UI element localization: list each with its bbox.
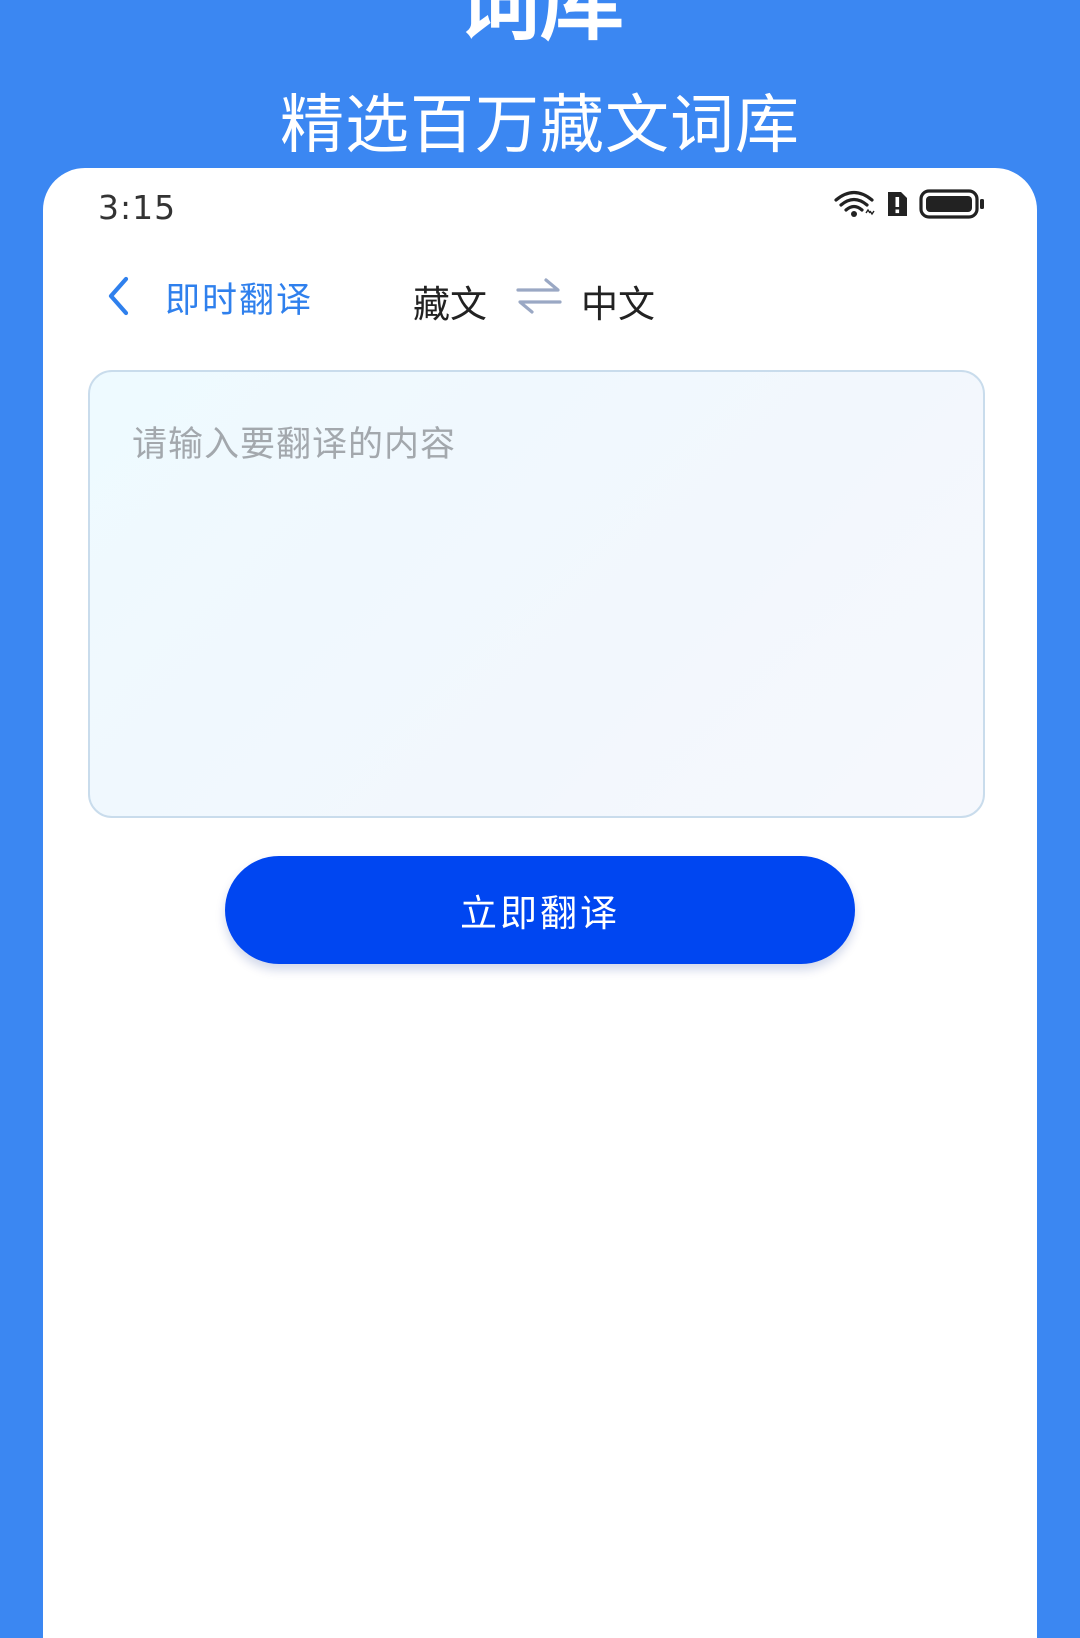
- battery-icon: [919, 189, 985, 223]
- phone-screen: 3:15 即时翻译 藏文 中文 请输入要翻译的内容 立即翻译: [43, 168, 1037, 1638]
- promo-subtitle: 精选百万藏文词库: [280, 89, 800, 163]
- status-icons: [833, 189, 985, 223]
- swap-language-button[interactable]: [515, 276, 563, 316]
- page-title[interactable]: 即时翻译: [165, 272, 313, 323]
- wifi-icon: [833, 189, 875, 223]
- nav-bar: 即时翻译 藏文 中文: [43, 264, 1037, 334]
- alert-icon: [885, 190, 909, 222]
- translation-input[interactable]: [132, 416, 941, 772]
- status-time: 3:15: [98, 188, 177, 227]
- source-language[interactable]: 藏文: [413, 274, 487, 328]
- target-language[interactable]: 中文: [581, 274, 655, 328]
- status-bar: 3:15: [43, 168, 1037, 238]
- back-button[interactable]: [99, 274, 139, 322]
- chevron-left-icon: [104, 275, 134, 321]
- translation-input-box: [88, 370, 985, 818]
- translate-button-label: 立即翻译: [460, 892, 620, 935]
- promo-heading-text: 词库: [456, 0, 624, 45]
- translate-button[interactable]: 立即翻译: [225, 856, 855, 964]
- swap-arrows-icon: [515, 278, 563, 320]
- promo-heading: 词库: [0, 0, 1080, 48]
